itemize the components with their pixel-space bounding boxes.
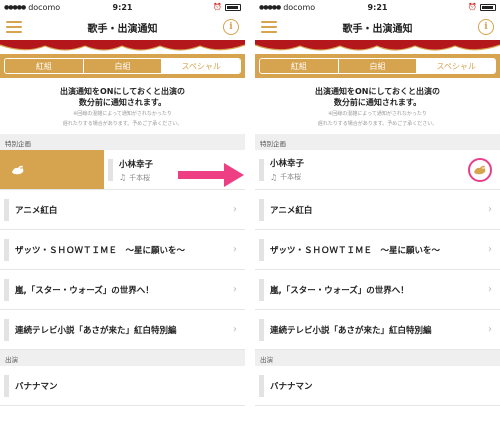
performer-name: バナナマン [15, 381, 58, 392]
notification-notice: 出演通知をONにしておくと出演の 数分前に通知されます。 ※回線の混雑によって通… [255, 78, 500, 134]
row-indicator [259, 238, 264, 261]
row-indicator [259, 158, 264, 181]
list-item[interactable]: ザッツ・ＳＨＯＷＴＩＭＥ 〜星に願いを〜 › [0, 230, 245, 270]
tab-bar: 紅組 白組 スペシャル [0, 54, 245, 78]
row-indicator [108, 159, 113, 181]
music-note-icon: ♫ [119, 173, 127, 182]
tab-red-team[interactable]: 紅組 [260, 59, 339, 73]
battery-icon [480, 3, 496, 11]
list-item[interactable]: ザッツ・ＳＨＯＷＴＩＭＥ 〜星に願いを〜 › [255, 230, 500, 270]
notice-main-line2: 数分前に通知されます。 [78, 98, 167, 107]
song-title: 千本桜 [129, 173, 151, 182]
info-icon[interactable]: i [223, 19, 239, 35]
status-time: 9:21 [367, 2, 388, 12]
program-title: ザッツ・ＳＨＯＷＴＩＭＥ 〜星に願いを〜 [270, 245, 441, 256]
tab-red-team[interactable]: 紅組 [5, 59, 84, 73]
battery-icon [225, 3, 241, 11]
bird-icon [12, 165, 24, 175]
page-title: 歌手・出演通知 [342, 23, 413, 35]
nav-bar: 歌手・出演通知 i [255, 14, 500, 40]
page-title: 歌手・出演通知 [87, 23, 158, 35]
row-indicator [259, 198, 264, 221]
list-item[interactable]: 嵐,「スター・ウォーズ」の世界へ！ › [255, 270, 500, 310]
status-bar: ●●●●● docomo 9:21 ⏰ [255, 0, 500, 14]
list-item[interactable]: アニメ紅白 › [255, 190, 500, 230]
hamburger-menu-icon[interactable] [261, 21, 277, 33]
notice-main-line1: 出演通知をONにしておくと出演の [59, 87, 185, 96]
tab-white-team[interactable]: 白組 [83, 59, 163, 73]
section-header-performers: 出演 [255, 350, 500, 366]
notification-notice: 出演通知をONにしておくと出演の 数分前に通知されます。 ※回線の混雑によって通… [0, 78, 245, 134]
section-header-special: 特別企画 [255, 134, 500, 150]
song-title: 千本桜 [280, 173, 302, 181]
list-item[interactable]: 連続テレビ小説「あさが来た」紅白特別編 › [255, 310, 500, 350]
program-title: アニメ紅白 [15, 205, 58, 216]
chevron-right-icon: › [233, 204, 237, 215]
chevron-right-icon: › [233, 244, 237, 255]
hamburger-menu-icon[interactable] [6, 21, 22, 33]
chevron-right-icon: › [488, 244, 492, 255]
notice-sub-line2: 遅れたりする場合があります。予めご了承ください。 [317, 121, 438, 127]
list-item[interactable]: バナナマン [0, 366, 245, 406]
bird-icon [474, 165, 486, 175]
status-time: 9:21 [112, 2, 133, 12]
program-title: ザッツ・ＳＨＯＷＴＩＭＥ 〜星に願いを〜 [15, 245, 186, 256]
list-item[interactable]: 嵐,「スター・ウォーズ」の世界へ！ › [0, 270, 245, 310]
row-indicator [4, 318, 9, 341]
notice-main-line1: 出演通知をONにしておくと出演の [314, 87, 440, 96]
section-header-special: 特別企画 [0, 134, 245, 150]
row-indicator [259, 318, 264, 341]
row-indicator [259, 278, 264, 301]
info-icon[interactable]: i [478, 19, 494, 35]
program-title: 連続テレビ小説「あさが来た」紅白特別編 [15, 325, 177, 336]
tab-bar: 紅組 白組 スペシャル [255, 54, 500, 78]
chevron-right-icon: › [233, 284, 237, 295]
screen-after-swipe: ●●●●● docomo 9:21 ⏰ 歌手・出演通知 i 紅組 白組 スペシャ… [255, 0, 500, 443]
notification-toggle-button[interactable] [0, 150, 100, 189]
row-indicator [4, 374, 9, 397]
performer-name: バナナマン [270, 381, 313, 392]
notice-sub-line1: ※回線の混雑によって通知がされなかったり [73, 111, 172, 117]
row-indicator [4, 238, 9, 261]
tab-white-team[interactable]: 白組 [338, 59, 418, 73]
artist-row[interactable]: 小林幸子 ♫ 千本桜 [255, 150, 500, 190]
program-title: 嵐,「スター・ウォーズ」の世界へ！ [270, 285, 409, 296]
nav-bar: 歌手・出演通知 i [0, 14, 245, 40]
list-item[interactable]: 連続テレビ小説「あさが来た」紅白特別編 › [0, 310, 245, 350]
chevron-right-icon: › [488, 284, 492, 295]
curtain-decoration [0, 40, 245, 54]
curtain-decoration [255, 40, 500, 54]
list-item[interactable]: バナナマン [255, 366, 500, 406]
status-bar: ●●●●● docomo 9:21 ⏰ [0, 0, 245, 14]
notice-sub-line2: 遅れたりする場合があります。予めご了承ください。 [62, 121, 183, 127]
list-item[interactable]: アニメ紅白 › [0, 190, 245, 230]
section-header-performers: 出演 [0, 350, 245, 366]
row-indicator [4, 278, 9, 301]
tab-special[interactable]: スペシャル [417, 59, 495, 73]
chevron-right-icon: › [488, 324, 492, 335]
notice-sub-line1: ※回線の混雑によって通知がされなかったり [328, 111, 427, 117]
notice-main-line2: 数分前に通知されます。 [333, 98, 422, 107]
chevron-right-icon: › [233, 324, 237, 335]
swipe-arrow-icon [178, 163, 244, 187]
program-title: 連続テレビ小説「あさが来た」紅白特別編 [270, 325, 432, 336]
program-title: アニメ紅白 [270, 205, 313, 216]
screen-before-swipe: ●●●●● docomo 9:21 ⏰ 歌手・出演通知 i 紅組 白組 スペシャ… [0, 0, 245, 443]
notification-on-indicator[interactable] [468, 158, 492, 182]
artist-name: 小林幸子 [270, 159, 305, 169]
tab-special[interactable]: スペシャル [162, 59, 240, 73]
program-title: 嵐,「スター・ウォーズ」の世界へ！ [15, 285, 154, 296]
chevron-right-icon: › [488, 204, 492, 215]
row-indicator [4, 198, 9, 221]
music-note-icon: ♫ [270, 172, 278, 182]
row-indicator [259, 374, 264, 397]
